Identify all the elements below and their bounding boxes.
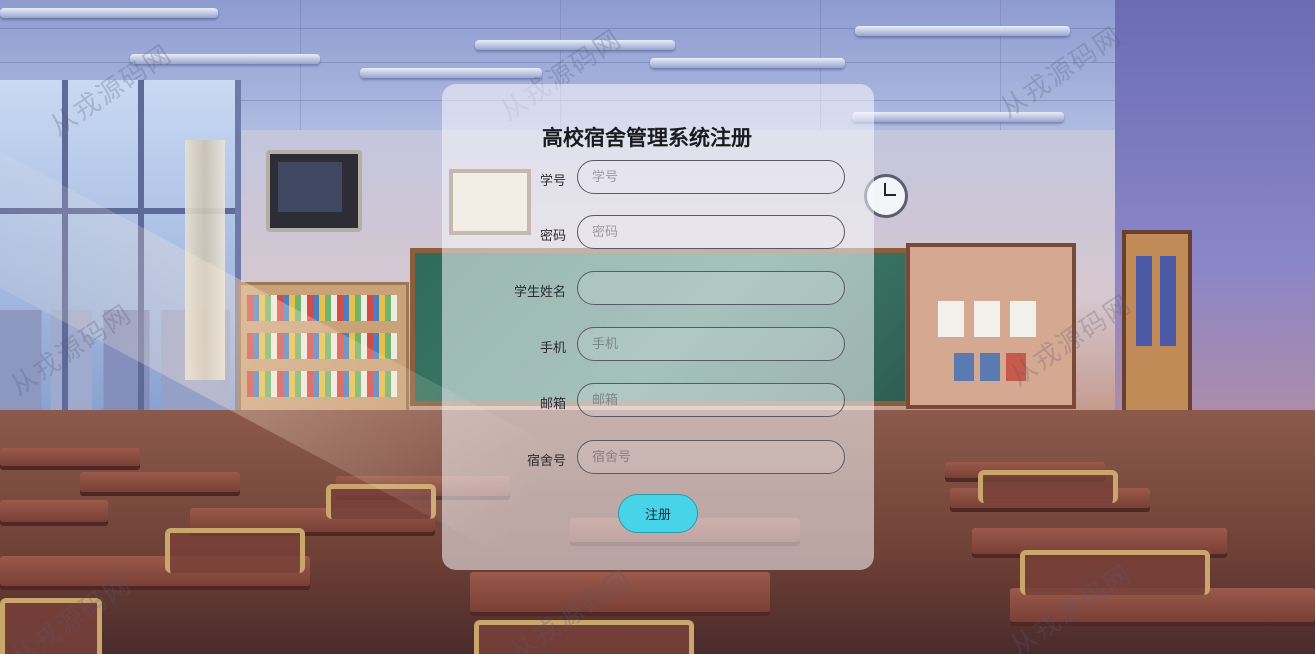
chair <box>978 470 1118 503</box>
notice-paper <box>1010 301 1036 337</box>
chair <box>165 528 305 573</box>
register-button[interactable]: 注册 <box>618 494 698 533</box>
poster <box>980 353 1000 381</box>
television-screen <box>278 162 342 212</box>
desk <box>0 500 108 522</box>
ceiling-grid-line <box>300 0 301 140</box>
student-name-label: 学生姓名 <box>513 285 566 300</box>
student-id-label: 学号 <box>539 174 566 189</box>
ceiling-light <box>650 58 845 68</box>
email-label: 邮箱 <box>539 397 566 412</box>
ceiling-light <box>360 68 542 78</box>
bulletin-board <box>906 243 1076 409</box>
phone-label: 手机 <box>539 341 566 356</box>
ceiling-light <box>852 112 1064 122</box>
ceiling-light <box>855 26 1070 36</box>
desk <box>0 448 140 466</box>
desk <box>80 472 240 492</box>
notice-paper <box>974 301 1000 337</box>
email-input[interactable] <box>577 383 845 417</box>
poster <box>954 353 974 381</box>
student-name-input[interactable] <box>577 271 845 305</box>
password-input[interactable] <box>577 215 845 249</box>
notice-paper <box>938 301 964 337</box>
door-window <box>1136 256 1152 346</box>
door-window <box>1160 256 1176 346</box>
ceiling-light <box>0 8 218 18</box>
phone-input[interactable] <box>577 327 845 361</box>
password-label: 密码 <box>539 229 566 244</box>
student-id-input[interactable] <box>577 160 845 194</box>
television <box>266 150 362 232</box>
dorm-number-input[interactable] <box>577 440 845 474</box>
dorm-number-label: 宿舍号 <box>526 454 566 469</box>
page-title: 高校宿舍管理系统注册 <box>542 126 752 150</box>
